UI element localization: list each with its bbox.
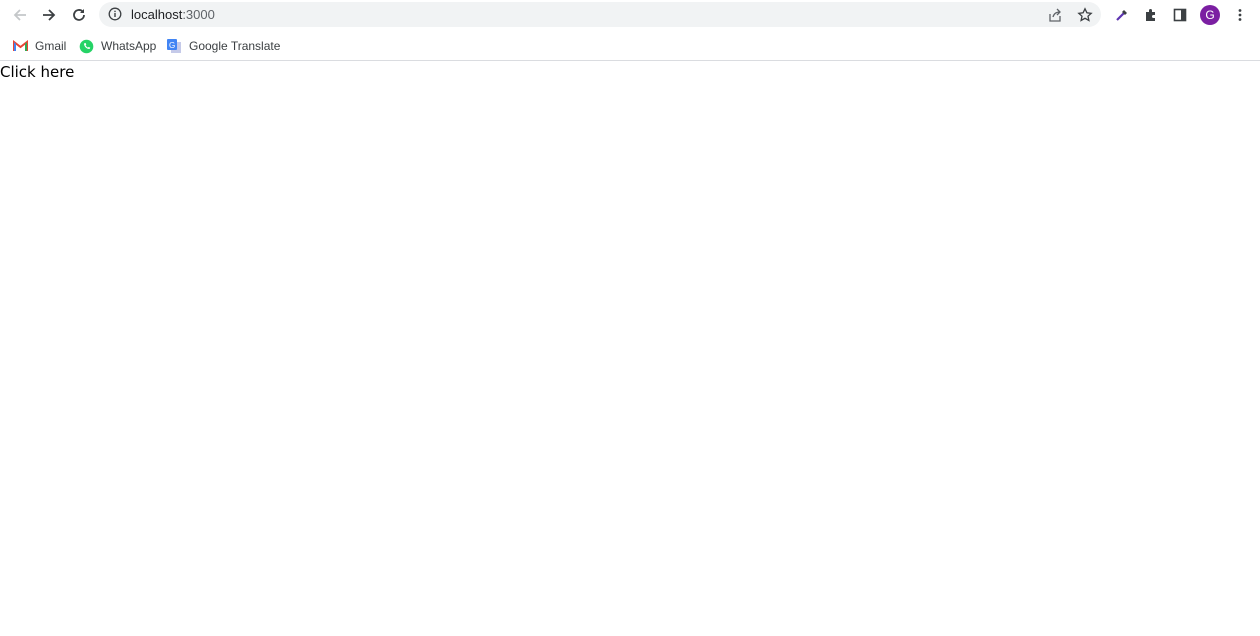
extensions-button[interactable] [1139, 3, 1163, 27]
profile-button[interactable]: G [1198, 3, 1222, 27]
bookmarks-bar: Gmail WhatsApp G Google Translate [0, 30, 1260, 61]
svg-text:G: G [169, 41, 175, 50]
back-button[interactable] [8, 3, 32, 27]
arrow-right-icon [43, 9, 56, 21]
star-icon [1077, 7, 1093, 22]
url-text: localhost:3000 [131, 7, 215, 22]
kebab-menu-icon [1238, 9, 1242, 21]
browser-menu-button[interactable] [1228, 3, 1252, 27]
google-translate-icon: G [166, 38, 182, 54]
side-panel-button[interactable] [1168, 3, 1192, 27]
address-bar[interactable]: localhost:3000 [99, 2, 1101, 27]
bookmark-label: WhatsApp [101, 39, 157, 53]
url-port: :3000 [182, 7, 215, 22]
info-icon[interactable] [108, 7, 122, 21]
eyedropper-button[interactable] [1110, 3, 1134, 27]
avatar: G [1200, 5, 1220, 25]
bookmark-star-button[interactable] [1075, 5, 1095, 25]
side-panel-icon [1173, 8, 1187, 22]
eyedropper-icon [1116, 10, 1127, 21]
bookmark-gmail[interactable]: Gmail [12, 36, 66, 56]
share-icon [1049, 8, 1061, 22]
arrow-left-icon [13, 9, 26, 21]
puzzle-icon [1146, 9, 1155, 21]
click-here-link[interactable]: Click here [0, 63, 74, 81]
page-content: Click here [0, 62, 1260, 636]
browser-toolbar: localhost:3000 G [0, 0, 1260, 29]
url-host: localhost [131, 7, 183, 22]
share-button[interactable] [1045, 5, 1065, 25]
bookmark-label: Google Translate [189, 39, 281, 53]
whatsapp-icon [78, 38, 94, 54]
reload-icon [73, 9, 85, 21]
bookmark-label: Gmail [35, 39, 67, 53]
bookmark-google-translate[interactable]: G Google Translate [166, 36, 280, 56]
gmail-icon [12, 38, 28, 54]
forward-button[interactable] [37, 3, 61, 27]
reload-button[interactable] [67, 3, 91, 27]
bookmark-whatsapp[interactable]: WhatsApp [78, 36, 156, 56]
